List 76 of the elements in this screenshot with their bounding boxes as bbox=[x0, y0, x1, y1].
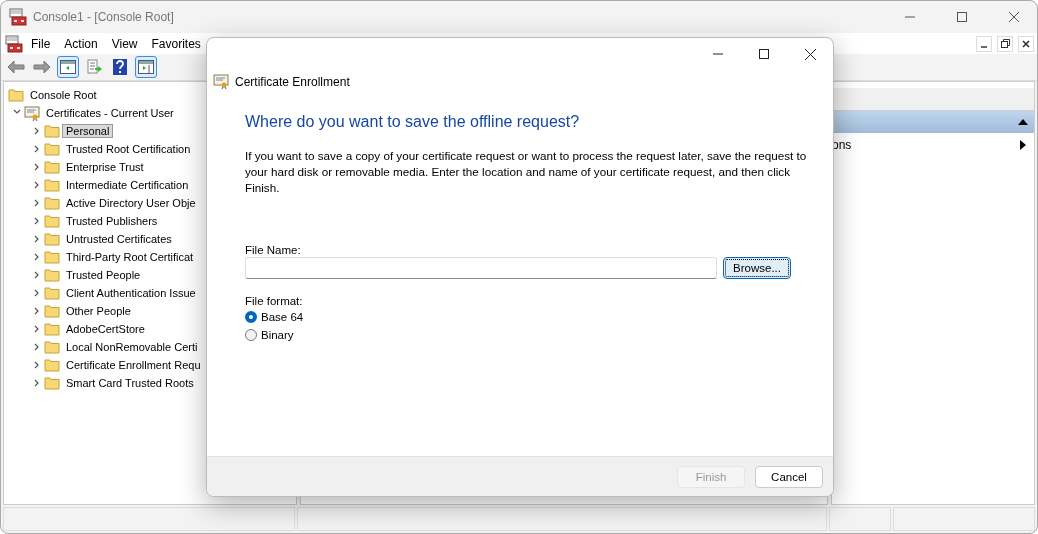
back-arrow-icon bbox=[7, 60, 25, 74]
close-button[interactable] bbox=[1018, 35, 1034, 52]
menu-item[interactable]: Action bbox=[58, 36, 104, 51]
export-list-icon bbox=[86, 59, 102, 75]
minimize-button[interactable] bbox=[976, 35, 992, 52]
restore-button[interactable] bbox=[997, 35, 1013, 52]
toolbox-icon bbox=[9, 8, 27, 26]
folder-icon bbox=[44, 196, 60, 210]
tree-item[interactable]: AdobeCertStore bbox=[62, 322, 149, 336]
folder-icon bbox=[44, 304, 60, 318]
tree-item[interactable]: Intermediate Certification bbox=[62, 178, 193, 192]
folder-icon bbox=[44, 214, 60, 228]
description-text: If you want to save a copy of your certificate request or want to process the request later, save the request to your hard disk or removable media. Enter the location and name of your certificate request, and then click Finish. bbox=[245, 148, 808, 196]
tree-item[interactable]: Other People bbox=[62, 304, 135, 318]
folder-icon bbox=[44, 142, 60, 156]
dialog-title: Certificate Enrollment bbox=[235, 74, 350, 89]
menu-item[interactable]: File bbox=[25, 36, 57, 51]
tree-item[interactable]: Trusted People bbox=[62, 268, 145, 282]
tree-item[interactable]: Enterprise Trust bbox=[62, 160, 148, 174]
field-label: File Name: bbox=[245, 244, 302, 256]
folder-icon bbox=[44, 358, 60, 372]
close-icon bbox=[804, 48, 816, 60]
minimize-icon bbox=[713, 53, 723, 55]
field-label: File format: bbox=[245, 295, 304, 307]
maximize-icon bbox=[759, 49, 769, 59]
toolbar-button[interactable] bbox=[57, 56, 79, 78]
folder-icon bbox=[44, 376, 60, 390]
browse-button[interactable]: Browse... bbox=[723, 257, 791, 279]
folder-icon bbox=[44, 322, 60, 336]
panel-icon bbox=[60, 60, 76, 74]
folder-icon bbox=[44, 286, 60, 300]
folder-icon bbox=[44, 250, 60, 264]
folder-icon bbox=[44, 178, 60, 192]
tree-item[interactable]: Console Root bbox=[26, 88, 101, 102]
file-name-field[interactable] bbox=[245, 257, 717, 279]
forward-arrow-icon bbox=[33, 60, 51, 74]
folder-icon bbox=[44, 124, 60, 138]
close-icon bbox=[1009, 12, 1019, 22]
tree-item[interactable]: Active Directory User Obje bbox=[62, 196, 200, 210]
tree-item[interactable]: Certificate Enrollment Requ bbox=[62, 358, 205, 372]
folder-icon bbox=[44, 232, 60, 246]
tree-item[interactable]: Trusted Root Certification bbox=[62, 142, 195, 156]
folder-icon bbox=[44, 340, 60, 354]
tree-item[interactable]: Personal bbox=[62, 124, 114, 138]
help-icon bbox=[113, 59, 127, 75]
maximize-icon bbox=[957, 12, 967, 22]
panel-icon bbox=[138, 60, 154, 74]
window-title: Console1 - [Console Root] bbox=[33, 10, 174, 24]
radio-label[interactable]: Base 64 bbox=[261, 311, 304, 323]
toolbar-button[interactable] bbox=[135, 56, 157, 78]
minimize-icon bbox=[905, 16, 915, 18]
folder-icon bbox=[44, 160, 60, 174]
folder-icon bbox=[44, 268, 60, 282]
menu-item[interactable]: View bbox=[105, 36, 144, 51]
tree-item[interactable]: Certificates - Current User bbox=[42, 106, 178, 120]
tree-item[interactable]: Untrusted Certificates bbox=[62, 232, 176, 246]
menu-item[interactable]: Favorites bbox=[145, 36, 207, 51]
close-icon bbox=[1022, 39, 1030, 48]
dialog-button[interactable]: Cancel bbox=[755, 465, 823, 488]
tree-item[interactable]: Local NonRemovable Certi bbox=[62, 340, 202, 354]
submenu-arrow-icon bbox=[1020, 140, 1026, 150]
radio-label[interactable]: Binary bbox=[261, 329, 294, 341]
radio-button[interactable] bbox=[245, 329, 257, 341]
radio-button[interactable] bbox=[245, 311, 257, 323]
dialog-heading: Where do you want to save the offline request? bbox=[245, 113, 581, 131]
status-bar-panel bbox=[829, 507, 891, 531]
tree-item[interactable]: Smart Card Trusted Roots bbox=[62, 376, 198, 390]
collapse-icon[interactable] bbox=[1018, 119, 1028, 125]
folder-icon bbox=[8, 88, 24, 102]
restore-icon bbox=[1000, 39, 1010, 48]
tree-item[interactable]: Trusted Publishers bbox=[62, 214, 162, 228]
certificate-icon bbox=[24, 105, 40, 121]
certificate-icon bbox=[213, 74, 229, 89]
tree-item[interactable]: Third-Party Root Certificat bbox=[62, 250, 198, 264]
minimize-icon bbox=[981, 45, 987, 48]
tree-item[interactable]: Client Authentication Issue bbox=[62, 286, 200, 300]
